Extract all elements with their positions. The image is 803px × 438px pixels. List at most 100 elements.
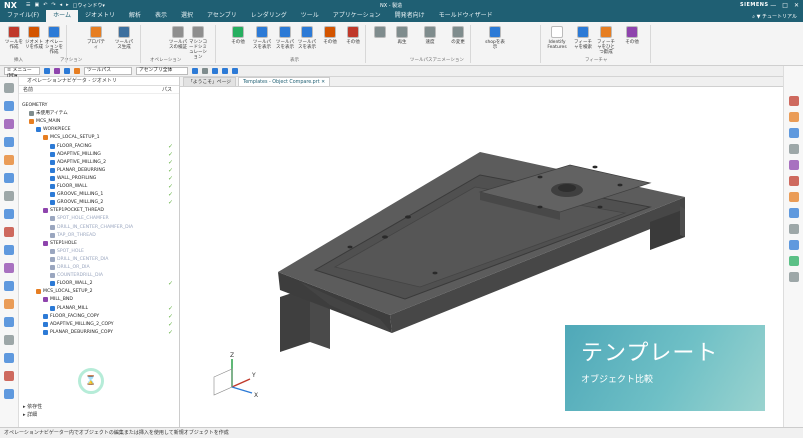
ribbon-button[interactable]: 速度 (420, 26, 440, 45)
tree-row[interactable]: PLANAR_DEBURRING_COPY (43, 329, 113, 336)
view-tool-icon[interactable] (789, 208, 799, 218)
menu-item[interactable]: アセンブリ (200, 10, 244, 22)
menu-item[interactable]: モールドウィザード (432, 10, 500, 22)
menu-item[interactable]: ジオメトリ (78, 10, 122, 22)
ribbon-button[interactable]: Identify Features (547, 26, 567, 50)
ribbon-button[interactable]: ジオメトリを作成 (24, 26, 44, 50)
view-tool-icon[interactable] (789, 176, 799, 186)
tree-row[interactable]: TAP_OR_THREAD (50, 232, 96, 239)
ribbon-button[interactable]: フィーチャを検索 (573, 26, 593, 50)
tab-welcome[interactable]: 「ようこそ」ページ (183, 77, 237, 86)
type-filter-select[interactable]: ツールパス (84, 67, 132, 75)
view-tool-icon[interactable] (789, 160, 799, 170)
tree-row[interactable]: GROOVE_MILLING_2 (50, 199, 103, 206)
menu-item[interactable]: 選択 (174, 10, 200, 22)
tree-row[interactable]: WORKPIECE (36, 126, 71, 133)
tree-row[interactable]: COUNTERDRILL_DIA (50, 272, 103, 279)
resource-tab-icon[interactable] (4, 83, 14, 93)
resource-tab-icon[interactable] (4, 281, 14, 291)
tree-row[interactable]: FLOOR_WALL (50, 183, 87, 190)
resource-tab-icon[interactable] (4, 335, 14, 345)
resource-tab-icon[interactable] (4, 137, 14, 147)
tree-row[interactable]: SPOT_HOLE (50, 248, 84, 255)
fit-icon[interactable] (222, 68, 228, 74)
tree-row[interactable]: MILL_BND (43, 296, 73, 303)
view-tool-icon[interactable] (789, 240, 799, 250)
tree-row[interactable]: DRILL_IN_CENTER_DIA (50, 256, 108, 263)
tree-row[interactable]: PLANAR_MILL (50, 305, 88, 312)
resource-tab-icon[interactable] (4, 299, 14, 309)
menu-item[interactable]: 表示 (148, 10, 174, 22)
search-tutorial-area[interactable]: ⌕ ▼ チュートリアル (752, 13, 797, 20)
ribbon-button[interactable]: その他 (320, 26, 340, 45)
view-tool-icon[interactable] (789, 112, 799, 122)
resource-tab-icon[interactable] (4, 173, 14, 183)
tree-row[interactable]: SPOT_HOLE_CHAMFER (50, 215, 109, 222)
ribbon-button[interactable]: その他 (622, 26, 642, 45)
view-tool-icon[interactable] (789, 96, 799, 106)
close-button[interactable]: ✕ (794, 2, 799, 9)
quick-access-item[interactable]: □ウィンドウ▾ (73, 2, 105, 9)
tree-row[interactable]: STEP1POCKET_THREAD (43, 207, 104, 214)
ribbon-button[interactable]: の変更 (448, 26, 468, 45)
tree-row[interactable]: GROOVE_MILLING_1 (50, 191, 103, 198)
details-panel-toggle[interactable]: ▸ 詳細 (19, 411, 180, 419)
menu-item[interactable]: レンダリング (244, 10, 294, 22)
ribbon-button[interactable]: オペレーションを作成 (44, 26, 64, 55)
tree-row[interactable]: MCS_LOCAL_SETUP_1 (43, 134, 100, 141)
tab-templates-object-compare[interactable]: Templates - Object Compare.prt ✕ (238, 77, 331, 86)
view-tool-icon[interactable] (789, 144, 799, 154)
navigator-column-path[interactable]: パス (162, 86, 172, 94)
view-tool-icon[interactable] (789, 256, 799, 266)
tree-row[interactable]: DRILL_OR_DIA (50, 264, 90, 271)
tree-row[interactable]: 未使用アイテム (29, 110, 68, 117)
minimize-button[interactable]: — (770, 2, 776, 9)
ribbon-button[interactable]: フィーチャをひとつ歋成 (596, 26, 616, 55)
quick-access-item[interactable]: ▣ (34, 2, 39, 9)
ribbon-button[interactable]: ツールパスを表示 (297, 26, 317, 50)
assembly-scope-select[interactable]: アセンブリ全体 (136, 67, 188, 75)
resource-tab-icon[interactable] (4, 245, 14, 255)
ribbon-button[interactable]: ツールパスの検証 (168, 26, 188, 50)
ribbon-button[interactable]: マシンコードシミュレーション (188, 26, 208, 60)
point-icon[interactable] (74, 68, 80, 74)
tree-row[interactable]: FLOOR_FACING_COPY (43, 313, 99, 320)
resource-tab-icon[interactable] (4, 263, 14, 273)
orient-icon[interactable] (212, 68, 218, 74)
tree-row[interactable]: ADAPTIVE_MILLING_2 (50, 159, 106, 166)
ribbon-button[interactable]: ツールを作成 (4, 26, 24, 50)
quick-access-item[interactable]: ↶ (43, 2, 47, 9)
resource-tab-icon[interactable] (4, 353, 14, 363)
menu-item[interactable]: アプリケーション (326, 10, 388, 22)
quick-access-item[interactable]: ▸ (66, 2, 69, 9)
menu-item[interactable]: 開発者向け (388, 10, 432, 22)
ribbon-button[interactable]: その他 (228, 26, 248, 45)
resource-tab-icon[interactable] (4, 389, 14, 399)
resource-tab-icon[interactable] (4, 191, 14, 201)
tree-row[interactable]: ADAPTIVE_MILLING_2_COPY (43, 321, 114, 328)
select-icon[interactable] (44, 68, 50, 74)
tree-row[interactable]: MCS_LOCAL_SETUP_2 (36, 288, 93, 295)
menu-item[interactable]: 解析 (122, 10, 148, 22)
snap-point-icon[interactable] (202, 68, 208, 74)
menu-item[interactable]: ツール (294, 10, 326, 22)
tree-row[interactable]: GEOMETRY (22, 102, 47, 109)
ribbon-button[interactable]: 再生 (392, 26, 412, 45)
resource-tab-icon[interactable] (4, 371, 14, 381)
render-icon[interactable] (232, 68, 238, 74)
ribbon-button[interactable]: ツールパスを表示 (252, 26, 272, 50)
view-tool-icon[interactable] (789, 192, 799, 202)
ribbon-button[interactable]: プロパティ (86, 26, 106, 50)
view-tool-icon[interactable] (789, 272, 799, 282)
resource-tab-icon[interactable] (4, 227, 14, 237)
view-icon[interactable] (192, 68, 198, 74)
tree-row[interactable]: MCS_MAIN (29, 118, 60, 125)
menu-item[interactable]: ホーム (46, 10, 78, 22)
menu-button[interactable]: ≡ メニュー(M)▾ (4, 67, 40, 79)
tree-row[interactable]: FLOOR_WALL_2 (50, 280, 93, 287)
menu-item[interactable]: ファイル(F) (0, 10, 46, 22)
tree-row[interactable]: ADAPTIVE_MILLING (50, 151, 101, 158)
ribbon-button[interactable] (370, 26, 390, 40)
resource-tab-icon[interactable] (4, 155, 14, 165)
resource-tab-icon[interactable] (4, 317, 14, 327)
